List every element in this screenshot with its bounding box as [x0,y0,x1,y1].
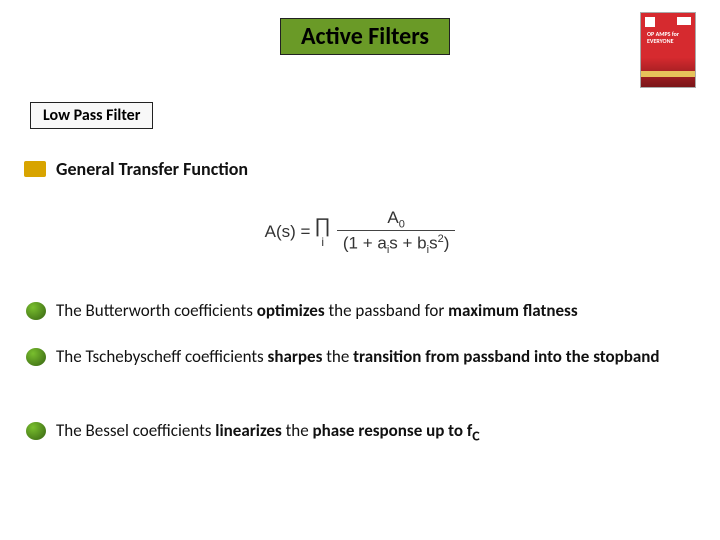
eq-numerator: A0 [381,208,410,230]
eq-lhs: A(s) = [265,222,311,242]
book-badge-icon [645,17,655,27]
page-title: Active Filters [280,18,450,55]
green-bullet-icon [26,302,46,320]
bullet-text-butterworth: The Butterworth coefficients optimizes t… [56,300,578,323]
heading-text: General Transfer Function [56,158,248,180]
book-cover-image: OP AMPS forEVERYONE [640,12,696,88]
product-symbol: ∏ i [314,216,330,248]
book-flag-icon [677,17,691,25]
heading-bullet-icon [24,161,46,177]
product-index: i [321,236,324,248]
section-text: Low Pass Filter [43,106,140,125]
bullet-row-bessel: The Bessel coefficients linearizes the p… [24,420,684,446]
eq-denominator: (1 + ais + bis2) [337,230,456,256]
bullet-text-bessel: The Bessel coefficients linearizes the p… [56,420,480,446]
book-band [641,71,695,77]
bullet-row-butterworth: The Butterworth coefficients optimizes t… [24,300,684,323]
pi-icon: ∏ [314,216,330,236]
section-title: Low Pass Filter [30,102,153,129]
bullet-text-tschebyscheff: The Tschebyscheff coefficients sharpes t… [56,346,660,369]
title-text: Active Filters [301,22,429,51]
book-title: OP AMPS forEVERYONE [647,31,679,45]
transfer-function-equation: A(s) = ∏ i A0 (1 + ais + bis2) [0,208,720,256]
green-bullet-icon [26,422,46,440]
green-bullet-icon [26,348,46,366]
eq-fraction: A0 (1 + ais + bis2) [337,208,456,256]
bullet-row-tschebyscheff: The Tschebyscheff coefficients sharpes t… [24,346,684,369]
heading-row: General Transfer Function [24,158,684,180]
